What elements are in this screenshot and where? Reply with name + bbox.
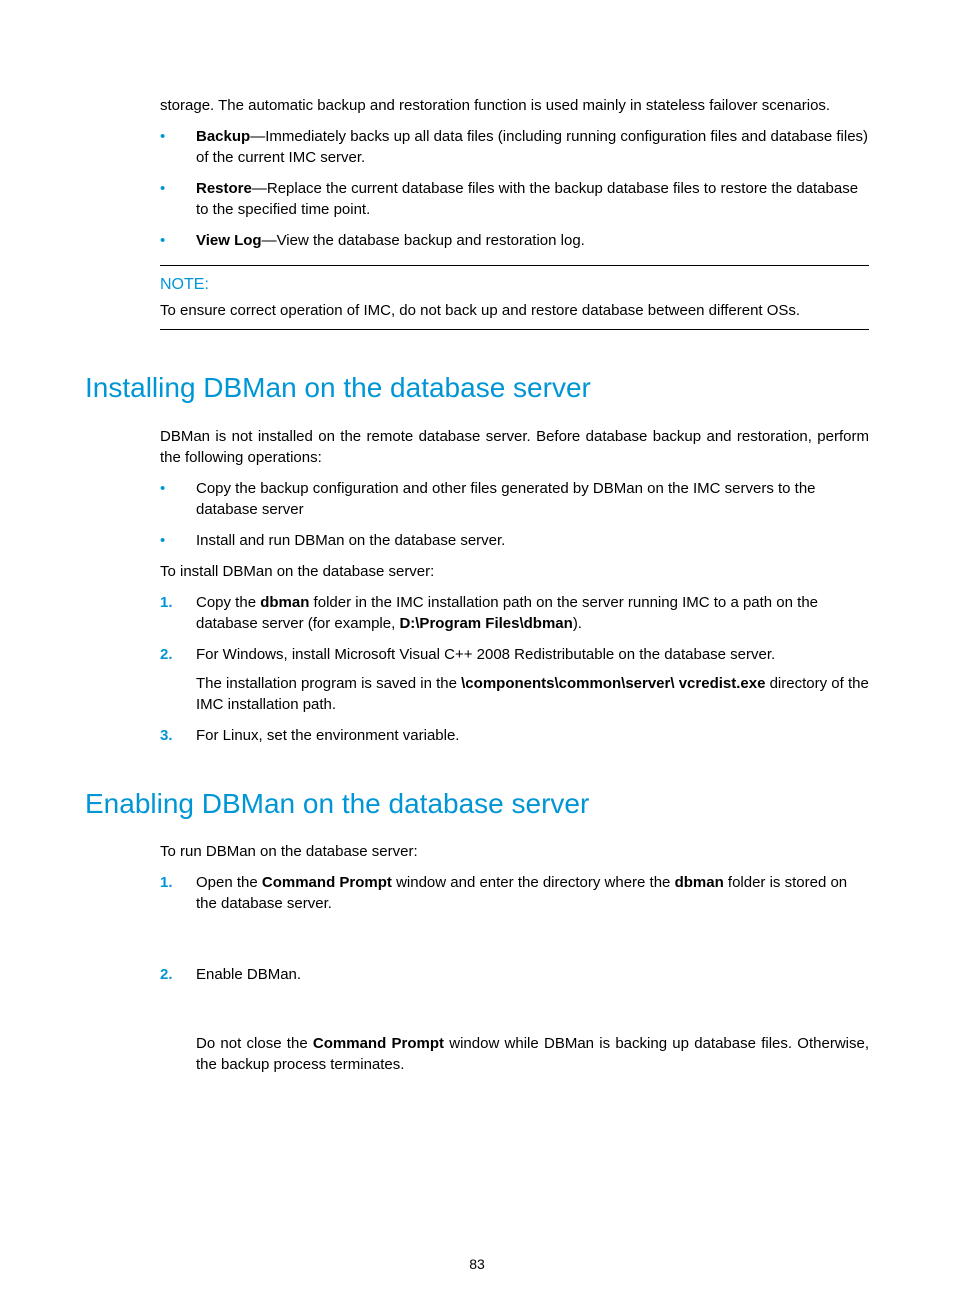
term: Backup [196, 128, 250, 145]
section2-body: To run DBMan on the database server: Ope… [160, 841, 869, 1075]
section1-bullets: Copy the backup configuration and other … [160, 478, 869, 551]
section1-steps: Copy the dbman folder in the IMC install… [160, 592, 869, 746]
section1-body: DBMan is not installed on the remote dat… [160, 426, 869, 746]
step-item: For Linux, set the environment variable. [160, 725, 869, 746]
bold-text: D:\Program Files\dbman [399, 615, 572, 632]
section2-para1: To run DBMan on the database server: [160, 841, 869, 862]
list-item: Restore—Replace the current database fil… [160, 178, 869, 220]
step-item: Open the Command Prompt window and enter… [160, 872, 869, 954]
spacer [196, 985, 869, 1025]
bold-text: Command Prompt [313, 1035, 444, 1052]
storage-paragraph: storage. The automatic backup and restor… [160, 95, 869, 116]
page-content: storage. The automatic backup and restor… [0, 0, 954, 1314]
section1-para1: DBMan is not installed on the remote dat… [160, 426, 869, 468]
bold-text: Command Prompt [262, 874, 392, 891]
term-rest: —Immediately backs up all data files (in… [196, 128, 868, 166]
text: For Windows, install Microsoft Visual C+… [196, 646, 775, 663]
list-item: Install and run DBMan on the database se… [160, 530, 869, 551]
section2-steps: Open the Command Prompt window and enter… [160, 872, 869, 1075]
note-box: NOTE: To ensure correct operation of IMC… [160, 265, 869, 330]
term: Restore [196, 180, 252, 197]
intro-bullets: Backup—Immediately backs up all data fil… [160, 126, 869, 251]
spacer [196, 914, 869, 954]
step-item: Enable DBMan. Do not close the Command P… [160, 964, 869, 1075]
text: Do not close the [196, 1035, 313, 1052]
bold-text: dbman [675, 874, 724, 891]
step-item: For Windows, install Microsoft Visual C+… [160, 644, 869, 715]
text: For Linux, set the environment variable. [196, 727, 459, 744]
bold-text: \components\common\server\ vcredist.exe [461, 675, 769, 692]
text: Copy the [196, 594, 260, 611]
step-item: Copy the dbman folder in the IMC install… [160, 592, 869, 634]
term: View Log [196, 232, 262, 249]
term-rest: —View the database backup and restoratio… [262, 232, 585, 249]
section-heading-install: Installing DBMan on the database server [85, 368, 869, 407]
sub-paragraph: The installation program is saved in the… [196, 673, 869, 715]
section1-para2: To install DBMan on the database server: [160, 561, 869, 582]
list-item: View Log—View the database backup and re… [160, 230, 869, 251]
text: Enable DBMan. [196, 966, 301, 983]
intro-block: storage. The automatic backup and restor… [160, 95, 869, 251]
text: The installation program is saved in the [196, 675, 461, 692]
text: ). [573, 615, 582, 632]
text: window and enter the directory where the [392, 874, 675, 891]
section-heading-enable: Enabling DBMan on the database server [85, 784, 869, 823]
note-label: NOTE: [160, 274, 869, 296]
list-item: Backup—Immediately backs up all data fil… [160, 126, 869, 168]
note-text: To ensure correct operation of IMC, do n… [160, 300, 869, 321]
term-rest: —Replace the current database files with… [196, 180, 858, 218]
page-number: 83 [85, 1255, 869, 1275]
text: Open the [196, 874, 262, 891]
sub-paragraph: Do not close the Command Prompt window w… [196, 1033, 869, 1075]
list-item: Copy the backup configuration and other … [160, 478, 869, 520]
bold-text: dbman [260, 594, 309, 611]
